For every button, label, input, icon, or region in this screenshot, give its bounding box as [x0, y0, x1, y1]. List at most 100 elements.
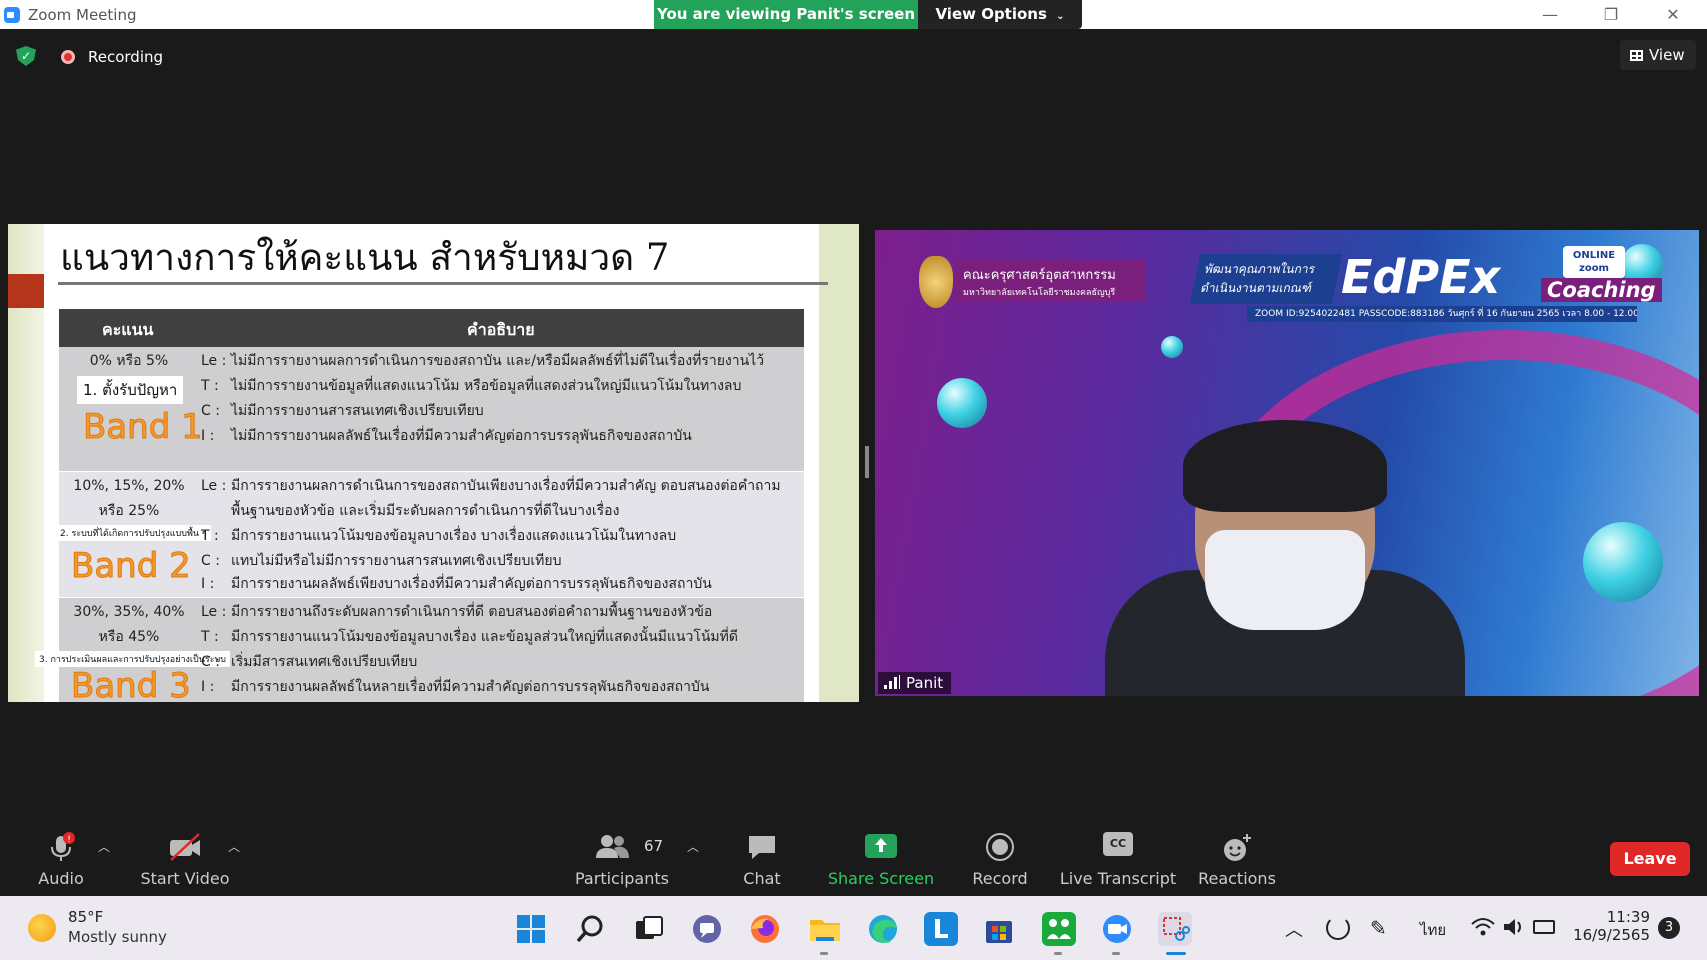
- background-sphere: [1161, 336, 1183, 358]
- view-options-label: View Options: [935, 5, 1047, 23]
- reactions-label: Reactions: [1198, 869, 1276, 888]
- participant-hair: [1183, 420, 1387, 512]
- audio-options-chevron-icon[interactable]: ︿: [98, 838, 112, 855]
- criteria-line: พื้นฐานของหัวข้อ และเริ่มมีระดับผลการดำเ…: [231, 503, 620, 519]
- video-off-icon: [170, 833, 200, 861]
- participants-icon: [595, 835, 629, 858]
- university-emblem: [919, 256, 953, 308]
- snipping-tool-icon[interactable]: [1158, 912, 1192, 946]
- record-button[interactable]: Record: [964, 822, 1036, 896]
- view-button[interactable]: View: [1620, 40, 1696, 70]
- criteria-line: C : แทบไม่มีหรือไม่มีการรายงานสารสนเทศเชิ…: [201, 553, 562, 569]
- faculty-name: คณะครุศาสตร์อุตสาหกรรม: [963, 268, 1116, 283]
- edge-browser-icon[interactable]: [866, 912, 900, 946]
- weather-widget[interactable]: 85°F Mostly sunny: [26, 908, 196, 948]
- criteria-line: I : ไม่มีการรายงานผลลัพธ์ในเรื่องที่มีควา…: [201, 428, 692, 444]
- view-label: View: [1649, 46, 1685, 64]
- column-header-description: คำอธิบาย: [467, 320, 535, 339]
- gallery-grid-icon: [1630, 50, 1643, 61]
- event-subtitle-line: พัฒนาคุณภาพในการ: [1203, 262, 1317, 276]
- start-menu-icon[interactable]: [514, 912, 548, 946]
- split-view-handle[interactable]: [865, 446, 869, 478]
- window-title: Zoom Meeting: [28, 6, 137, 24]
- chat-button[interactable]: Chat: [732, 822, 792, 896]
- leave-button[interactable]: Leave: [1610, 842, 1690, 876]
- show-hidden-icons-chevron-icon[interactable]: ︿: [1285, 916, 1303, 942]
- criteria-line: Le : มีการรายงานผลการดำเนินการของสถาบันเพ…: [201, 478, 781, 494]
- clock[interactable]: 11:39 16/9/2565: [1570, 908, 1650, 944]
- input-language[interactable]: ไทย: [1420, 918, 1446, 942]
- participant-name-tag: Panit: [878, 672, 952, 694]
- restore-button[interactable]: ❐: [1583, 0, 1639, 29]
- participants-button[interactable]: 67 Participants: [570, 822, 674, 896]
- university-name: มหาวิทยาลัยเทคโนโลยีราชมงคลธัญบุรี: [963, 288, 1116, 298]
- participant-name: Panit: [906, 674, 944, 692]
- close-button[interactable]: ✕: [1645, 0, 1701, 29]
- reactions-button[interactable]: Reactions: [1192, 822, 1282, 896]
- criteria-line: I : มีการรายงานผลลัพธ์ในหลายเรื่องที่มีคว…: [201, 679, 710, 695]
- microsoft-store-icon[interactable]: [982, 912, 1016, 946]
- notification-badge[interactable]: 3: [1658, 917, 1680, 939]
- band-note: 1. ตั้งรับปัญหา: [77, 376, 184, 404]
- faculty-banner: คณะครุศาสตร์อุตสาหกรรม มหาวิทยาลัยเทคโนโ…: [955, 260, 1145, 302]
- criteria-line: Le : ไม่มีการรายงานผลการดำเนินการของสถาบั…: [201, 353, 765, 369]
- chat-bubble-icon: [749, 836, 775, 859]
- event-coaching: Coaching: [1541, 278, 1662, 302]
- zoom-window: Zoom Meeting You are viewing Panit's scr…: [0, 0, 1707, 960]
- slide-title: แนวทางการให้คะแนน สำหรับหมวด 7: [60, 236, 670, 279]
- participants-options-chevron-icon[interactable]: ︿: [687, 838, 701, 855]
- band-note: 2. ระบบที่ได้เกิดการปรับปรุงแบบพื้น ๆ: [56, 525, 211, 541]
- criteria-line: T : มีการรายงานแนวโน้มของข้อมูลบางเรื่อง …: [201, 528, 677, 544]
- participant-video[interactable]: คณะครุศาสตร์อุตสาหกรรม มหาวิทยาลัยเทคโนโ…: [875, 230, 1699, 696]
- score-range: 10%, 15%, 20%: [73, 478, 185, 494]
- firefox-icon[interactable]: [748, 912, 782, 946]
- battery-icon[interactable]: [1533, 920, 1555, 934]
- task-view-icon[interactable]: [632, 912, 666, 946]
- live-transcript-button[interactable]: CC Live Transcript: [1058, 822, 1178, 896]
- line-l-app-icon[interactable]: [924, 912, 958, 946]
- clock-date: 16/9/2565: [1573, 926, 1650, 944]
- band-row: 0% หรือ 5% 1. ตั้งรับปัญหา Band 1 Le : ไม…: [59, 347, 804, 471]
- record-label: Record: [972, 869, 1028, 888]
- band-label: Band 1: [83, 407, 204, 448]
- score-range: 30%, 35%, 40%: [73, 604, 185, 620]
- closed-caption-icon: CC: [1103, 832, 1133, 856]
- online-zoom-badge: ONLINE zoom: [1563, 246, 1625, 278]
- chevron-down-icon: ⌄: [1056, 11, 1065, 22]
- background-sphere: [1583, 522, 1663, 602]
- title-bar: Zoom Meeting You are viewing Panit's scr…: [0, 0, 1707, 29]
- teams-chat-icon[interactable]: [690, 912, 724, 946]
- start-video-button[interactable]: Start Video: [135, 822, 235, 896]
- audio-label: Audio: [38, 869, 84, 888]
- microphone-icon: !: [51, 832, 75, 861]
- score-range: หรือ 45%: [98, 629, 160, 645]
- view-options-button[interactable]: View Options ⌄: [918, 0, 1082, 29]
- viewing-screen-banner: You are viewing Panit's screen: [654, 0, 918, 29]
- wifi-icon[interactable]: [1470, 916, 1496, 942]
- online-label: ONLINE: [1572, 250, 1616, 261]
- video-options-chevron-icon[interactable]: ︿: [228, 838, 242, 855]
- share-screen-button[interactable]: Share Screen: [826, 822, 936, 896]
- line-messenger-icon[interactable]: [1042, 912, 1076, 946]
- weather-description: Mostly sunny: [68, 928, 167, 946]
- running-indicator: [820, 952, 828, 955]
- security-shield-icon[interactable]: ✓: [16, 46, 36, 66]
- chat-label: Chat: [743, 869, 781, 888]
- table-header: คะแนน คำอธิบาย: [59, 309, 804, 347]
- volume-icon[interactable]: [1502, 916, 1526, 942]
- file-explorer-icon[interactable]: [808, 912, 842, 946]
- sync-icon[interactable]: [1326, 916, 1350, 940]
- audio-button[interactable]: ! Audio: [26, 822, 96, 896]
- signal-bars-icon: [884, 675, 900, 689]
- minimize-button[interactable]: —: [1522, 0, 1578, 29]
- event-subtitle-box: พัฒนาคุณภาพในการ ดำเนินงานตามเกณฑ์: [1189, 254, 1343, 304]
- zoom-app-icon[interactable]: [1100, 912, 1134, 946]
- participants-count: 67: [644, 837, 664, 855]
- zoom-logo-icon: [4, 7, 20, 23]
- column-header-score: คะแนน: [102, 320, 154, 339]
- pen-icon[interactable]: ✎: [1370, 916, 1387, 940]
- start-video-label: Start Video: [140, 869, 230, 888]
- search-icon[interactable]: [574, 912, 608, 946]
- live-transcript-label: Live Transcript: [1059, 869, 1177, 888]
- background-sphere: [937, 378, 987, 428]
